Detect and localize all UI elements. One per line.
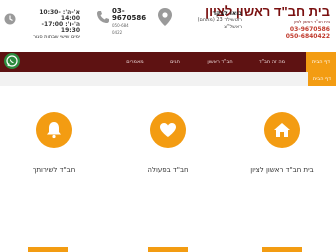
- card-label: בית חב"ד ראשון לציון: [250, 166, 314, 174]
- site-logo[interactable]: בית חב"ד ראשון לציון בית חב"ד ראשון לציו…: [205, 4, 330, 47]
- logo-subtitle: בית חב"ד ראשון לציון: [293, 19, 330, 24]
- card-button-edge: [148, 247, 188, 252]
- location-line1: רוטשילד 23 (מתחם): [197, 17, 242, 23]
- home-icon: [274, 123, 290, 137]
- subbar-highlight[interactable]: דף הבית: [307, 72, 336, 86]
- phone-info[interactable]: 03- 9670586 050-684 0422: [112, 8, 146, 36]
- clock-icon: [4, 13, 16, 25]
- card-icon-circle: [36, 112, 72, 148]
- location-heading: בואו לבקר: [212, 10, 242, 17]
- logo-phone: 03-9670586: [289, 26, 330, 33]
- hours-line4: ימים שישי שבתות סגור: [33, 34, 80, 40]
- site-header: בית חב"ד ראשון לציון בית חב"ד ראשון לציו…: [0, 0, 336, 52]
- main-nav: דף הבית מה זה חב"ד חב"ד ראשון חגים מאמרי…: [0, 52, 336, 72]
- nav-item-holidays[interactable]: חגים: [160, 52, 190, 72]
- card-chabad-at-your-service[interactable]: חב"ד לשירותך: [11, 112, 97, 222]
- card-chabad-rishon[interactable]: בית חב"ד ראשון לציון: [239, 112, 325, 222]
- card-chabad-in-action[interactable]: חב"ד בפעולה: [125, 112, 211, 222]
- logo-phone-mobile: 050-6840422: [285, 33, 330, 40]
- phone-main-number: 9670586: [112, 14, 147, 22]
- nav-item-home[interactable]: דף הבית: [306, 52, 336, 72]
- phone-mobile: 050-684: [112, 23, 129, 28]
- sub-bar: דף הבית: [0, 72, 336, 86]
- phone-icon: [97, 11, 109, 23]
- phone-mobile-number: 0422: [112, 30, 123, 35]
- card-icon-circle: [264, 112, 300, 148]
- map-pin-icon: [158, 8, 172, 26]
- card-button-edge: [28, 247, 68, 252]
- card-icon-circle: [150, 112, 186, 148]
- nav-item-chabad-rishon[interactable]: חב"ד ראשון: [198, 52, 242, 72]
- nav-item-articles[interactable]: מאמרים: [118, 52, 152, 72]
- location-line2: ראשל"צ: [224, 24, 242, 30]
- card-label: חב"ד בפעולה: [147, 166, 189, 174]
- opening-hours: א'-ה': 10:30-14:00 ה'-ו': 17:00- 19:30 י…: [22, 10, 80, 41]
- card-button-edge: [262, 247, 302, 252]
- whatsapp-icon: [6, 55, 18, 67]
- whatsapp-button[interactable]: [4, 53, 20, 69]
- bell-icon: [47, 122, 61, 139]
- location-info: בואו לבקר רוטשילד 23 (מתחם) ראשל"צ: [172, 10, 242, 31]
- nav-item-what-is-chabad[interactable]: מה זה חב"ד: [250, 52, 294, 72]
- logo-title: בית חב"ד ראשון לציון: [205, 4, 330, 19]
- heart-icon: [160, 123, 176, 137]
- card-label: חב"ד לשירותך: [32, 166, 76, 174]
